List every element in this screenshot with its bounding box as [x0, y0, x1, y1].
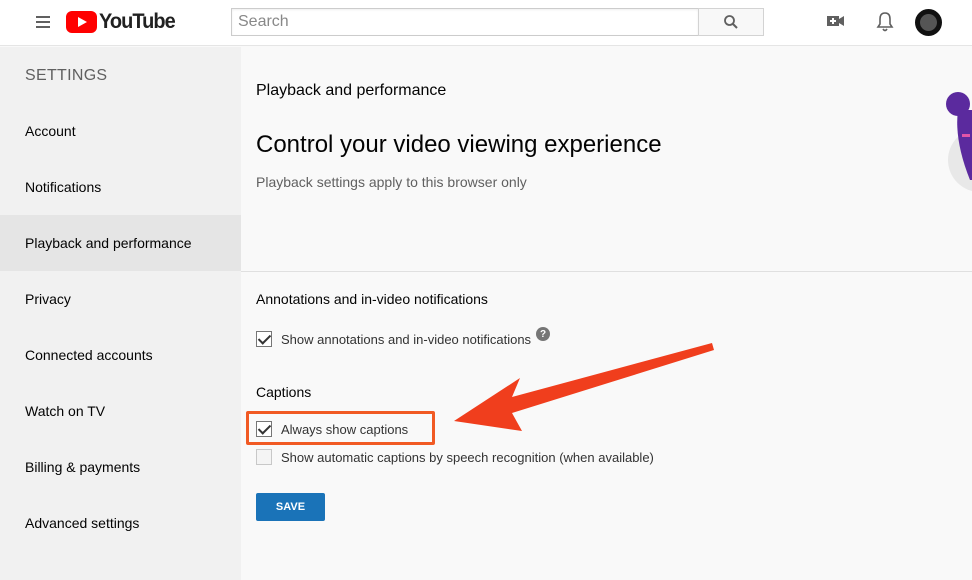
account-avatar[interactable] — [915, 9, 942, 36]
sidebar-item-privacy[interactable]: Privacy — [0, 271, 241, 327]
captions-title: Captions — [256, 384, 312, 400]
sidebar-item-label: Account — [25, 123, 76, 139]
annotations-label: Show annotations and in-video notificati… — [281, 331, 532, 347]
sidebar-item-billing[interactable]: Billing & payments — [0, 439, 241, 495]
sidebar-item-notifications[interactable]: Notifications — [0, 159, 241, 215]
sidebar-item-label: Watch on TV — [25, 403, 106, 419]
illustration-graphic — [946, 92, 972, 191]
sidebar-item-label: Advanced settings — [25, 515, 140, 531]
menu-icon[interactable] — [36, 16, 50, 28]
sidebar-item-connected-accounts[interactable]: Connected accounts — [0, 327, 241, 383]
top-bar: YouTube — [0, 0, 972, 46]
youtube-play-icon — [66, 11, 97, 33]
create-video-icon[interactable] — [826, 11, 846, 31]
page-subhead: Playback settings apply to this browser … — [256, 174, 527, 190]
search-bar — [231, 8, 764, 36]
sidebar-item-advanced[interactable]: Advanced settings — [0, 495, 241, 551]
caption-highlight-box — [246, 411, 435, 445]
sidebar-item-label: Billing & payments — [25, 459, 141, 475]
sidebar-item-account[interactable]: Account — [0, 103, 241, 159]
annotations-checkbox[interactable] — [256, 331, 272, 347]
notifications-bell-icon[interactable] — [876, 11, 894, 33]
logo-text: YouTube — [99, 10, 176, 33]
settings-main: Playback and performance Control your vi… — [241, 47, 972, 580]
auto-captions-label: Show automatic captions by speech recogn… — [281, 449, 654, 465]
youtube-logo[interactable]: YouTube — [66, 10, 179, 34]
section-label: Playback and performance — [256, 82, 447, 99]
sidebar-title: SETTINGS — [25, 67, 108, 84]
save-button[interactable]: SAVE — [256, 493, 325, 521]
annotations-title: Annotations and in-video notifications — [256, 291, 488, 307]
page-headline: Control your video viewing experience — [256, 131, 662, 158]
sidebar-item-label: Connected accounts — [25, 347, 153, 363]
auto-captions-option: Show automatic captions by speech recogn… — [256, 449, 654, 465]
sidebar-item-playback[interactable]: Playback and performance — [0, 215, 241, 271]
sidebar-item-label: Privacy — [25, 291, 71, 307]
sidebar-item-label: Playback and performance — [25, 235, 192, 251]
settings-sidebar: SETTINGS Account Notifications Playback … — [0, 47, 241, 580]
search-input[interactable] — [231, 8, 698, 36]
help-icon[interactable]: ? — [536, 327, 551, 341]
sidebar-item-watch-on-tv[interactable]: Watch on TV — [0, 383, 241, 439]
annotations-option: Show annotations and in-video notificati… — [256, 327, 551, 347]
divider — [241, 271, 972, 272]
search-icon — [724, 15, 738, 29]
sidebar-item-label: Notifications — [25, 179, 102, 195]
search-button[interactable] — [698, 8, 764, 36]
auto-captions-checkbox[interactable] — [256, 449, 272, 465]
